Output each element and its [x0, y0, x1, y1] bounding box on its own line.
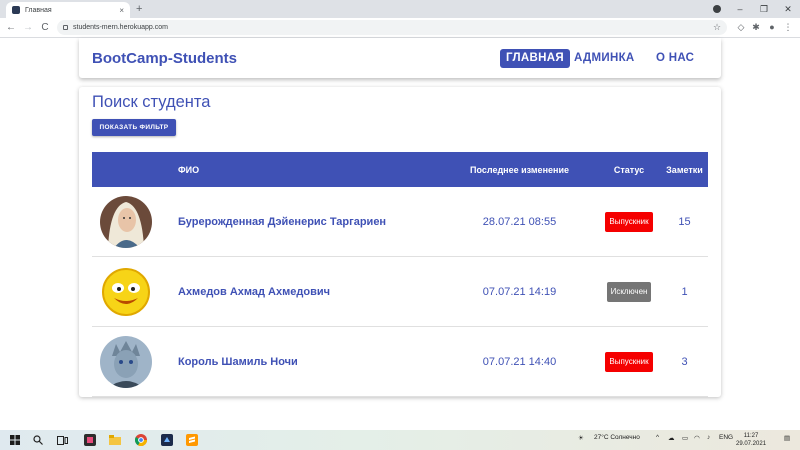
- header-date[interactable]: Последнее изменение: [442, 165, 597, 175]
- weather-sun-icon[interactable]: ☀: [578, 434, 584, 442]
- volume-icon[interactable]: ♪: [707, 434, 710, 441]
- student-name[interactable]: Ахмедов Ахмад Ахмедович: [178, 286, 442, 298]
- status-badge: Выпускник: [605, 352, 653, 372]
- sublime-text-icon[interactable]: [182, 430, 202, 450]
- tab-title: Главная: [25, 6, 52, 14]
- battery-icon[interactable]: ▭: [682, 434, 688, 442]
- maximize-button[interactable]: ❐: [752, 0, 776, 18]
- clock-date: 29.07.2021: [736, 441, 767, 447]
- students-table: ФИО Последнее изменение Статус Заметки Б…: [92, 152, 708, 397]
- status-badge: Выпускник: [605, 212, 653, 232]
- more-menu-icon[interactable]: ⋮: [783, 22, 793, 32]
- file-explorer-icon[interactable]: [105, 430, 125, 450]
- close-window-button[interactable]: ✕: [776, 0, 800, 18]
- chrome-icon[interactable]: [131, 430, 151, 450]
- last-modified: 28.07.21 08:55: [482, 215, 557, 228]
- lock-icon: [63, 25, 68, 30]
- brand-logo-text[interactable]: BootCamp-Students: [92, 50, 237, 67]
- show-filter-button[interactable]: ПОКАЗАТЬ ФИЛЬТР: [92, 119, 176, 136]
- student-avatar: [100, 265, 152, 318]
- nav-admin[interactable]: АДМИНКА: [568, 49, 641, 68]
- browser-tab[interactable]: Главная ×: [6, 2, 130, 18]
- app-header: BootCamp-Students ГЛАВНАЯ АДМИНКА О НАС: [79, 38, 721, 78]
- student-name[interactable]: Бурерожденная Дэйенерис Таргариен: [178, 216, 442, 228]
- header-notes[interactable]: Заметки: [661, 165, 708, 175]
- system-clock[interactable]: 11:27 29.07.2021: [736, 432, 766, 448]
- header-status[interactable]: Статус: [597, 165, 661, 175]
- student-avatar: [100, 335, 152, 388]
- status-badge: Исключен: [606, 282, 652, 302]
- address-bar[interactable]: students-mern.herokuapp.com: [57, 20, 727, 35]
- task-view-icon[interactable]: [52, 430, 72, 450]
- clock-time: 11:27: [743, 433, 759, 439]
- notes-count: 15: [678, 215, 691, 228]
- extensions-puzzle-icon[interactable]: ✱: [751, 22, 761, 32]
- extension-icon[interactable]: ◇: [736, 22, 746, 32]
- student-name[interactable]: Король Шамиль Ночи: [178, 356, 442, 368]
- notifications-icon[interactable]: ▤: [784, 434, 790, 442]
- browser-toolbar: ← → C students-mern.herokuapp.com ☆ ◇ ✱ …: [0, 18, 800, 38]
- site-favicon-icon: [12, 6, 20, 14]
- last-modified: 07.07.21 14:40: [482, 355, 557, 368]
- tab-close-icon[interactable]: ×: [119, 6, 124, 15]
- table-row[interactable]: Король Шамиль Ночи 07.07.21 14:40 Выпуск…: [92, 327, 708, 397]
- table-header: ФИО Последнее изменение Статус Заметки: [92, 152, 708, 187]
- reload-button[interactable]: C: [39, 21, 51, 35]
- taskbar-app-icon[interactable]: [157, 430, 177, 450]
- windows-taskbar: ☀ 27°C Солнечно ^ ☁ ▭ ◠ ♪ ENG 11:27 29.0…: [0, 430, 800, 450]
- student-search-card: Поиск студента ПОКАЗАТЬ ФИЛЬТР ФИО После…: [79, 87, 721, 397]
- search-icon[interactable]: [28, 430, 48, 450]
- nav-about[interactable]: О НАС: [650, 49, 700, 68]
- language-indicator[interactable]: ENG: [719, 434, 733, 441]
- notes-count: 3: [681, 355, 688, 368]
- nav-home[interactable]: ГЛАВНАЯ: [500, 49, 570, 68]
- tray-expand-icon[interactable]: ^: [656, 434, 659, 441]
- profile-menu-icon[interactable]: [713, 5, 721, 13]
- cloud-icon[interactable]: ☁: [668, 434, 675, 442]
- url-text: students-mern.herokuapp.com: [73, 24, 168, 31]
- last-modified: 07.07.21 14:19: [482, 285, 557, 298]
- table-row[interactable]: Бурерожденная Дэйенерис Таргариен 28.07.…: [92, 187, 708, 257]
- account-avatar-icon[interactable]: ●: [767, 22, 777, 32]
- table-row[interactable]: Ахмедов Ахмад Ахмедович 07.07.21 14:19 И…: [92, 257, 708, 327]
- page-title: Поиск студента: [92, 93, 211, 111]
- new-tab-button[interactable]: +: [136, 2, 142, 16]
- forward-button[interactable]: →: [22, 21, 34, 35]
- browser-tab-strip: Главная × + – ❐ ✕: [0, 0, 800, 18]
- header-name[interactable]: ФИО: [178, 165, 442, 175]
- taskbar-app-figma-icon[interactable]: [80, 430, 100, 450]
- student-avatar: [100, 195, 152, 248]
- weather-text[interactable]: 27°C Солнечно: [594, 434, 640, 441]
- bookmark-star-icon[interactable]: ☆: [712, 22, 722, 32]
- windows-start-icon[interactable]: [5, 430, 25, 450]
- notes-count: 1: [681, 285, 688, 298]
- wifi-icon[interactable]: ◠: [694, 434, 700, 442]
- web-page: BootCamp-Students ГЛАВНАЯ АДМИНКА О НАС …: [0, 38, 800, 430]
- minimize-button[interactable]: –: [728, 0, 752, 18]
- back-button[interactable]: ←: [5, 21, 17, 35]
